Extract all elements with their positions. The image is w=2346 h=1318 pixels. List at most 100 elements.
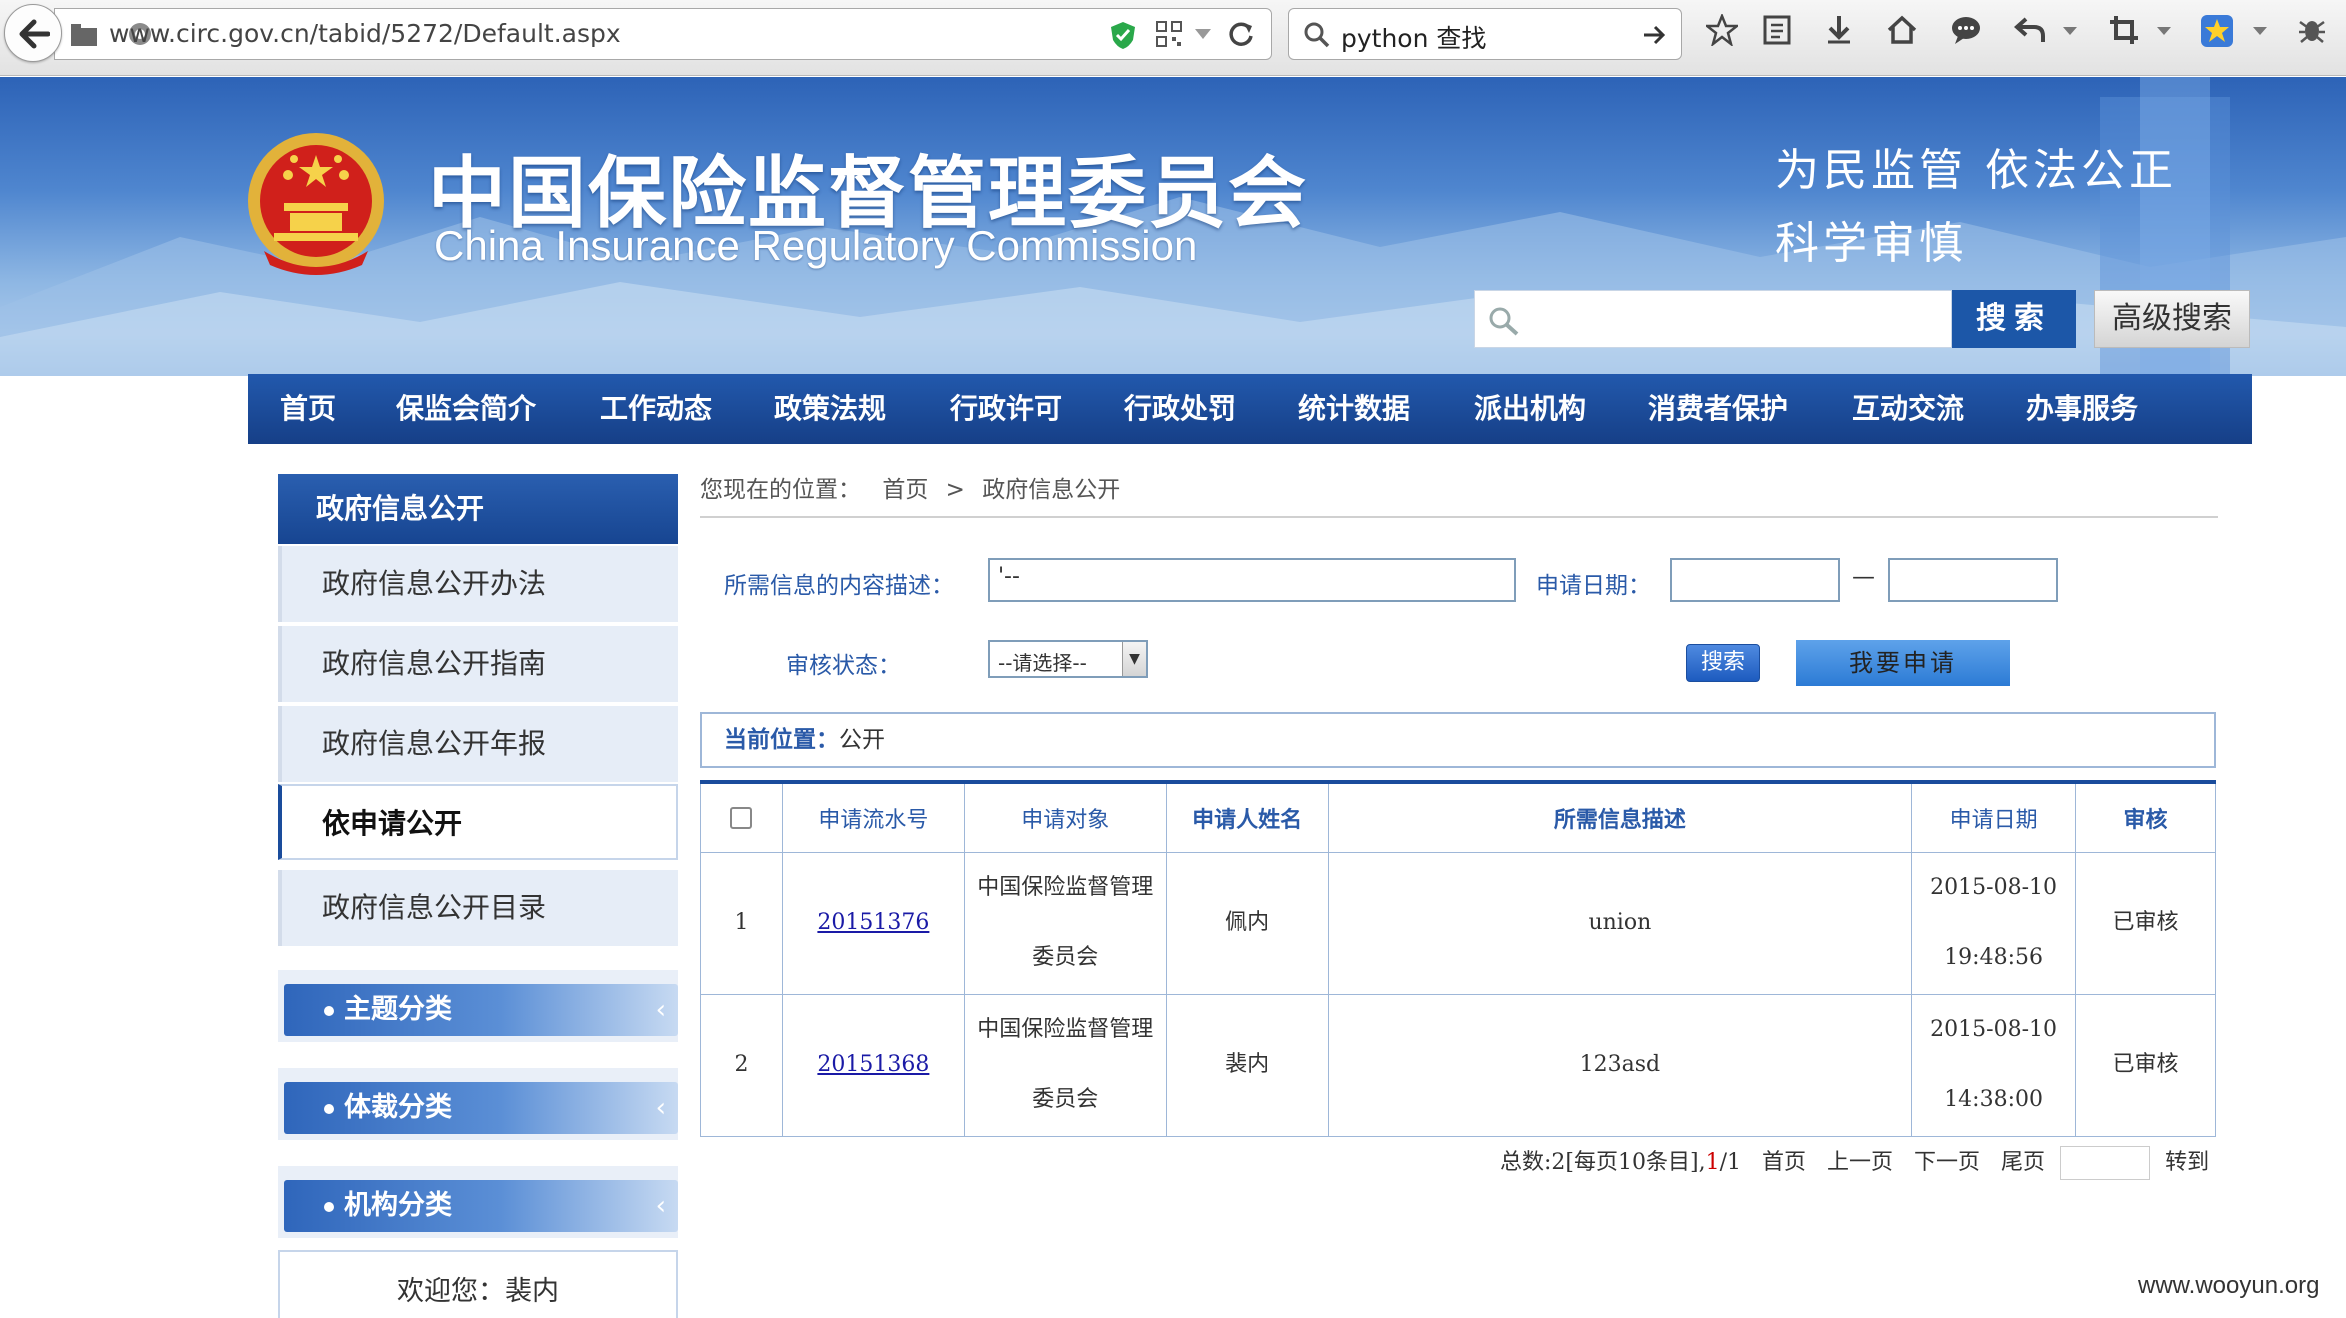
nav-item-services[interactable]: 办事服务	[2026, 374, 2138, 444]
desc-label: 所需信息的内容描述：	[724, 573, 954, 599]
url-text: www.circ.gov.cn/tabid/5272/Default.aspx	[109, 19, 621, 48]
breadcrumb-prefix: 您现在的位置：	[700, 477, 861, 503]
qr-code-icon[interactable]	[1155, 20, 1183, 48]
bug-icon[interactable]	[2296, 14, 2328, 46]
row-description: 123asd	[1327, 993, 1913, 1137]
site-header: 中国保险监督管理委员会 China Insurance Regulatory C…	[0, 77, 2346, 376]
pagination: 总数:2[每页10条目],1/1 首页 上一页 下一页 尾页 转到	[1500, 1144, 2209, 1180]
bookmark-star-icon[interactable]	[1706, 14, 1738, 46]
pager-goto[interactable]: 转到	[2165, 1150, 2209, 1175]
status-select-value: --请选择--	[998, 651, 1087, 675]
sidebar-item-by-request[interactable]: 依申请公开	[278, 784, 678, 860]
reload-icon[interactable]	[1227, 20, 1255, 48]
undo-icon[interactable]	[2014, 14, 2046, 46]
status-label: 审核状态：	[786, 653, 901, 679]
site-search-button[interactable]: 搜索	[1952, 290, 2076, 348]
status-select[interactable]: --请选择-- ▼	[988, 640, 1148, 678]
select-all-checkbox[interactable]	[730, 807, 753, 830]
nav-item-branches[interactable]: 派出机构	[1474, 374, 1586, 444]
breadcrumb: 您现在的位置： 首页 > 政府信息公开	[700, 470, 1120, 504]
table-header-row: 申请流水号 申请对象 申请人姓名 所需信息描述 申请日期 审核	[700, 781, 2216, 853]
desc-input[interactable]: '--	[988, 558, 1516, 602]
site-subtitle: China Insurance Regulatory Commission	[434, 222, 1198, 269]
bullet-icon	[324, 1104, 334, 1114]
row-target: 中国保险监督管理 委员会	[963, 993, 1167, 1137]
nav-item-home[interactable]: 首页	[280, 374, 336, 444]
serial-link[interactable]: 20151376	[817, 910, 929, 935]
nav-item-statistics[interactable]: 统计数据	[1298, 374, 1410, 444]
sidebar-category-organization[interactable]: 机构分类 ‹	[284, 1180, 678, 1232]
apply-button[interactable]: 我要申请	[1796, 640, 2010, 686]
pager-prev[interactable]: 上一页	[1827, 1150, 1893, 1175]
date-value: 2015-08-10	[1930, 1017, 2058, 1042]
crop-icon[interactable]	[2108, 14, 2140, 46]
date-to-input[interactable]	[1888, 558, 2058, 602]
dropdown-arrow-icon[interactable]	[1193, 27, 1213, 41]
favorites-icon[interactable]	[2200, 14, 2234, 48]
nav-item-consumer[interactable]: 消费者保护	[1648, 374, 1788, 444]
browser-toolbar: www.circ.gov.cn/tabid/5272/Default.aspx …	[0, 0, 2346, 76]
go-arrow-icon[interactable]	[1641, 22, 1667, 48]
requests-table: 申请流水号 申请对象 申请人姓名 所需信息描述 申请日期 审核 1 201513…	[700, 780, 2216, 1137]
address-bar[interactable]: www.circ.gov.cn/tabid/5272/Default.aspx	[54, 8, 1272, 60]
shield-icon[interactable]	[1109, 20, 1137, 50]
nav-item-interaction[interactable]: 互动交流	[1852, 374, 1964, 444]
bullet-icon	[324, 1202, 334, 1212]
download-icon[interactable]	[1824, 14, 1854, 46]
slogan-line1: 为民监管 依法公正	[1775, 145, 2177, 196]
breadcrumb-home[interactable]: 首页	[882, 477, 928, 503]
sidebar-item-measures[interactable]: 政府信息公开办法	[278, 546, 678, 622]
sidebar-item-annual[interactable]: 政府信息公开年报	[278, 706, 678, 782]
crop-menu-icon[interactable]	[2156, 26, 2172, 36]
category-label: 体裁分类	[344, 1092, 452, 1123]
back-arrow-icon	[19, 19, 50, 49]
row-serial: 20151368	[781, 993, 965, 1137]
search-button[interactable]: 搜索	[1686, 644, 1760, 682]
target-line2: 委员会	[1032, 945, 1099, 970]
back-button[interactable]	[4, 4, 62, 62]
current-position-value: 公开	[839, 727, 885, 753]
pager-last[interactable]: 尾页	[2001, 1150, 2045, 1175]
sidebar-category-topic[interactable]: 主题分类 ‹	[284, 984, 678, 1036]
nav-item-penalty[interactable]: 行政处罚	[1124, 374, 1236, 444]
header-description: 所需信息描述	[1327, 781, 1913, 853]
header-date: 申请日期	[1911, 781, 2077, 853]
breadcrumb-current[interactable]: 政府信息公开	[982, 477, 1120, 503]
site-search-input[interactable]	[1474, 290, 1952, 348]
pager-first[interactable]: 首页	[1762, 1150, 1806, 1175]
time-value: 19:48:56	[1944, 945, 2043, 970]
row-status: 已审核	[2075, 851, 2216, 995]
national-emblem-logo	[248, 133, 384, 275]
pager-next[interactable]: 下一页	[1914, 1150, 1980, 1175]
date-from-input[interactable]	[1670, 558, 1840, 602]
browser-search-box[interactable]: python 查找	[1288, 8, 1682, 60]
header-select-all	[700, 781, 783, 853]
magnifier-icon	[1304, 22, 1330, 48]
nav-item-about[interactable]: 保监会简介	[396, 374, 536, 444]
sidebar-item-catalog[interactable]: 政府信息公开目录	[278, 870, 678, 946]
welcome-user: 欢迎您：裴内	[278, 1250, 678, 1318]
serial-link[interactable]: 20151368	[817, 1052, 929, 1077]
undo-menu-icon[interactable]	[2062, 26, 2078, 36]
nav-item-news[interactable]: 工作动态	[600, 374, 712, 444]
pager-page-input[interactable]	[2060, 1146, 2151, 1180]
sidebar-category-genre[interactable]: 体裁分类 ‹	[284, 1082, 678, 1134]
chevron-left-icon: ‹	[655, 995, 666, 1025]
row-description: union	[1327, 851, 1913, 995]
favorites-menu-icon[interactable]	[2252, 26, 2268, 36]
current-position-label: 当前位置：	[724, 727, 839, 753]
reading-list-icon[interactable]	[1762, 14, 1792, 46]
header-status: 审核	[2075, 781, 2216, 853]
date-separator: —	[1852, 564, 1875, 590]
home-icon[interactable]	[1886, 14, 1918, 46]
table-row: 1 20151376 中国保险监督管理 委员会 佩内 union 2015-08-…	[700, 851, 2216, 995]
nav-item-policy[interactable]: 政策法规	[774, 374, 886, 444]
nav-item-license[interactable]: 行政许可	[950, 374, 1062, 444]
header-applicant: 申请人姓名	[1165, 781, 1329, 853]
row-serial: 20151376	[781, 851, 965, 995]
chat-icon[interactable]	[1950, 14, 1982, 46]
advanced-search-button[interactable]: 高级搜索	[2094, 290, 2250, 348]
sidebar-item-guide[interactable]: 政府信息公开指南	[278, 626, 678, 702]
chevron-left-icon: ‹	[655, 1093, 666, 1123]
chevron-left-icon: ‹	[655, 1191, 666, 1221]
